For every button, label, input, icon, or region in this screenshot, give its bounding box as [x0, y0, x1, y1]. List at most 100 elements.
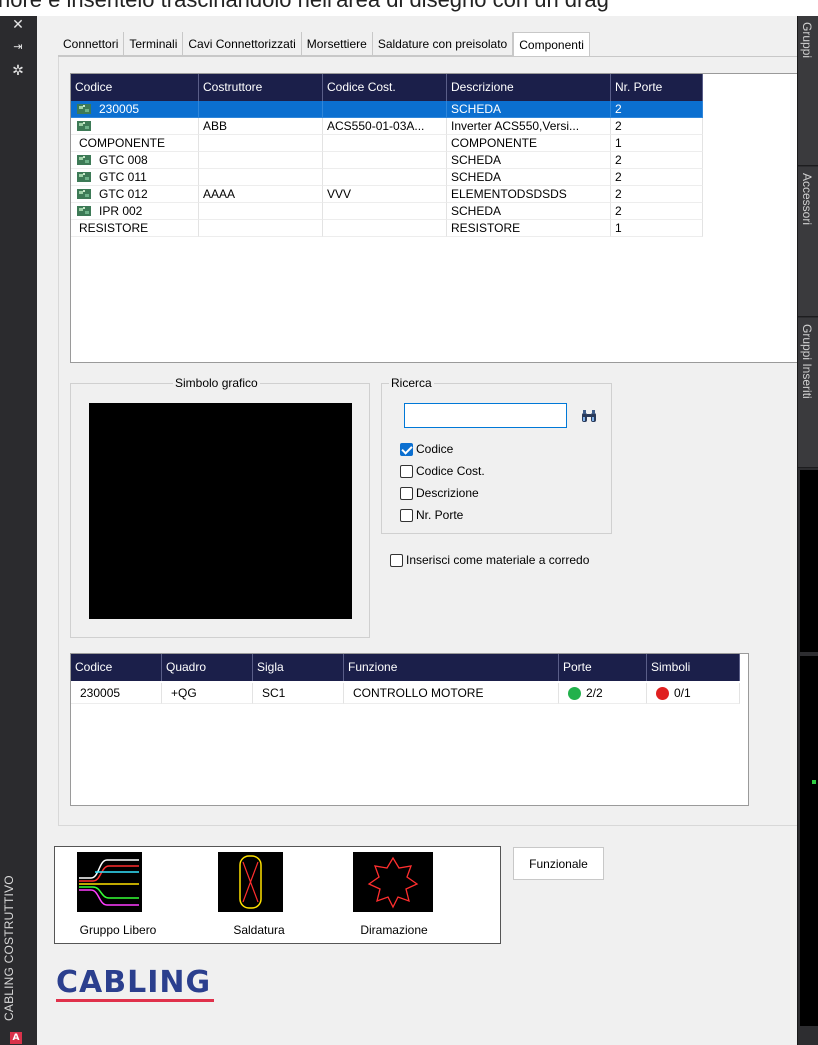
component-icon	[77, 155, 91, 165]
tool-gruppo-libero[interactable]: Gruppo Libero	[63, 847, 173, 945]
tool-diramazione-label: Diramazione	[360, 923, 428, 937]
placed-table-header: Codice Quadro Sigla Funzione Porte Simboli	[71, 654, 740, 681]
insert-as-material-box[interactable]	[390, 553, 403, 567]
column-header-porte[interactable]: Nr. Porte	[611, 74, 703, 101]
settings-icon[interactable]: ✲	[9, 63, 27, 79]
table-row[interactable]: RESISTORE RESISTORE 1	[71, 220, 703, 237]
components-table-header: Codice Costruttore Codice Cost. Descrizione…	[71, 74, 703, 101]
logo-underline	[56, 999, 214, 1002]
gruppo-libero-icon	[77, 852, 142, 912]
tab-terminali[interactable]: Terminali	[124, 32, 184, 56]
palette-title: CABLING COSTRUTTIVO	[2, 875, 16, 1021]
tab-strip: Connettori Terminali Cavi Connettorizzati M…	[58, 32, 590, 57]
tab-connettori[interactable]: Connettori	[58, 32, 125, 56]
table-row[interactable]: COMPONENTE COMPONENTE 1	[71, 135, 703, 152]
status-error-icon	[656, 687, 669, 700]
top-caption-text: nore e inseritelo trascinandolo nell'are…	[0, 0, 609, 13]
cell-text: 0/1	[674, 686, 691, 700]
close-icon[interactable]: ✕	[9, 17, 27, 33]
cell-porte: 2	[611, 101, 703, 118]
cell-costruttore	[199, 203, 323, 220]
main-panel: Connettori Terminali Cavi Connettorizzati M…	[37, 16, 799, 1045]
search-option-codice-cost-[interactable]: Codice Cost.	[400, 463, 485, 479]
checkbox[interactable]	[400, 442, 413, 456]
component-icon	[77, 189, 91, 199]
tool-saldatura[interactable]: Saldatura	[204, 847, 314, 945]
side-tab-gruppi-label: Gruppi	[800, 22, 814, 59]
column-header-simboli[interactable]: Simboli	[647, 654, 740, 681]
component-icon	[77, 121, 91, 131]
table-row[interactable]: IPR 002 SCHEDA 2	[71, 203, 703, 220]
checkbox[interactable]	[400, 486, 413, 500]
funzionale-button[interactable]: Funzionale	[513, 847, 604, 880]
left-toolbar: ✕ ⇥ ✲ CABLING COSTRUTTIVO A	[0, 16, 37, 1045]
cell-quadro: +QG	[162, 683, 253, 704]
side-drawing-area	[800, 470, 818, 652]
cell-text: 230005	[99, 102, 140, 116]
cell-descrizione: SCHEDA	[447, 152, 611, 169]
cell-simboli: 0/1	[647, 683, 740, 704]
column-header-codice[interactable]: Codice	[71, 74, 199, 101]
tab-saldature-con-preisolato[interactable]: Saldature con preisolato	[373, 32, 514, 56]
search-option-descrizione[interactable]: Descrizione	[400, 485, 479, 501]
search-group-title: Ricerca	[389, 376, 434, 390]
diramazione-icon	[353, 852, 433, 912]
logo-text: CABLING	[56, 965, 212, 1000]
cell-codice: GTC 008	[71, 152, 199, 169]
cell-costruttore	[199, 101, 323, 118]
checkbox[interactable]	[400, 508, 413, 522]
search-option-nr-porte[interactable]: Nr. Porte	[400, 507, 463, 523]
column-header-codice_cost[interactable]: Codice Cost.	[323, 74, 447, 101]
cell-descrizione: Inverter ACS550,Versi...	[447, 118, 611, 135]
cell-descrizione: SCHEDA	[447, 203, 611, 220]
cell-porte: 2/2	[559, 683, 647, 704]
cell-codice: 230005	[71, 101, 199, 118]
column-header-sigla[interactable]: Sigla	[253, 654, 344, 681]
column-header-quadro[interactable]: Quadro	[162, 654, 253, 681]
cell-descrizione: RESISTORE	[447, 220, 611, 237]
checkbox-label: Codice	[416, 442, 454, 456]
column-header-descrizione[interactable]: Descrizione	[447, 74, 611, 101]
table-row[interactable]: GTC 011 SCHEDA 2	[71, 169, 703, 186]
column-header-porte[interactable]: Porte	[559, 654, 647, 681]
search-input[interactable]	[404, 403, 567, 428]
column-header-costruttore[interactable]: Costruttore	[199, 74, 323, 101]
checkbox[interactable]	[400, 464, 413, 478]
cell-porte: 2	[611, 152, 703, 169]
side-tab-accessori[interactable]: Accessori	[798, 167, 818, 317]
component-icon	[77, 206, 91, 216]
column-header-codice[interactable]: Codice	[71, 654, 162, 681]
search-option-codice[interactable]: Codice	[400, 441, 453, 457]
table-row[interactable]: GTC 008 SCHEDA 2	[71, 152, 703, 169]
side-tab-gruppi-inseriti[interactable]: Gruppi Inseriti	[798, 318, 818, 468]
checkbox-label: Nr. Porte	[416, 508, 464, 522]
status-ok-icon	[568, 687, 581, 700]
side-tab-gruppi[interactable]: Gruppi	[798, 16, 818, 166]
tab-cavi-connettorizzati[interactable]: Cavi Connettorizzati	[183, 32, 302, 56]
component-icon	[77, 104, 91, 114]
column-header-funzione[interactable]: Funzione	[344, 654, 559, 681]
cell-descrizione: SCHEDA	[447, 169, 611, 186]
cell-codice_cost	[323, 220, 447, 237]
side-marker	[812, 780, 816, 784]
cell-costruttore	[199, 169, 323, 186]
pin-icon[interactable]: ⇥	[9, 40, 27, 53]
symbol-group: Simbolo grafico	[70, 376, 370, 638]
table-row[interactable]: 230005 SCHEDA 2	[71, 101, 703, 118]
checkbox-label: Codice Cost.	[416, 464, 485, 478]
tab-morsettiere[interactable]: Morsettiere	[302, 32, 373, 56]
tool-diramazione[interactable]: Diramazione	[339, 847, 449, 945]
insert-as-material-label: Inserisci come materiale a corredo	[406, 553, 590, 567]
binoculars-icon[interactable]	[581, 408, 597, 424]
insert-as-material-checkbox[interactable]: Inserisci come materiale a corredo	[390, 552, 589, 568]
cell-porte: 2	[611, 118, 703, 135]
cell-costruttore	[199, 152, 323, 169]
saldatura-icon	[218, 852, 283, 912]
side-tab-accessori-label: Accessori	[800, 173, 814, 226]
tab-componenti[interactable]: Componenti	[513, 32, 590, 57]
table-row[interactable]: 230005 +QG SC1 CONTROLLO MOTORE 2/2 0/1	[71, 683, 740, 704]
cell-codice: RESISTORE	[71, 220, 199, 237]
table-row[interactable]: GTC 012 AAAA VVV ELEMENTODSDSDS 2	[71, 186, 703, 203]
table-row[interactable]: ABB ACS550-01-03A... Inverter ACS550,Versi…	[71, 118, 703, 135]
cell-descrizione: SCHEDA	[447, 101, 611, 118]
